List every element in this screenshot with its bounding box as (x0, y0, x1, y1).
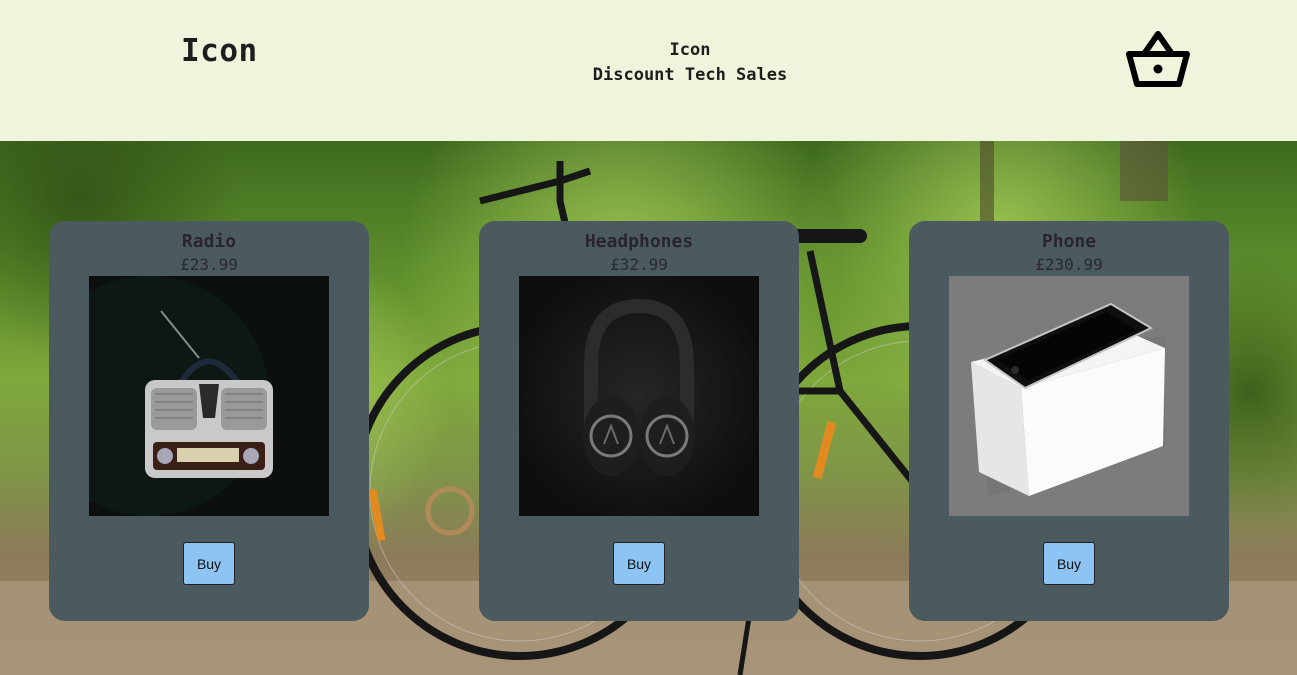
site-tagline: Icon Discount Tech Sales (520, 38, 860, 88)
site-header: Icon Icon Discount Tech Sales (0, 0, 1297, 141)
hero-background-bicycle: Radio £23.99 Buy Headphones £32.99 Buy P… (0, 141, 1297, 675)
phone-image (949, 276, 1189, 516)
product-card-headphones: Headphones £32.99 Buy (479, 221, 799, 621)
product-price: £32.99 (610, 255, 668, 274)
basket-icon[interactable] (1124, 30, 1192, 90)
brand-logo[interactable]: Icon (181, 33, 258, 69)
buy-button[interactable]: Buy (613, 542, 665, 585)
radio-image (89, 276, 329, 516)
buy-button[interactable]: Buy (183, 542, 235, 585)
tagline-subtitle: Discount Tech Sales (592, 65, 788, 85)
product-title: Headphones (584, 231, 694, 252)
product-price: £230.99 (1035, 255, 1103, 274)
product-title: Radio (181, 231, 237, 252)
product-title: Phone (1041, 231, 1097, 252)
product-card-radio: Radio £23.99 Buy (49, 221, 369, 621)
product-price: £23.99 (180, 255, 238, 274)
tagline-title: Icon (669, 40, 711, 60)
product-card-phone: Phone £230.99 Buy (909, 221, 1229, 621)
headphones-image (519, 276, 759, 516)
buy-button[interactable]: Buy (1043, 542, 1095, 585)
